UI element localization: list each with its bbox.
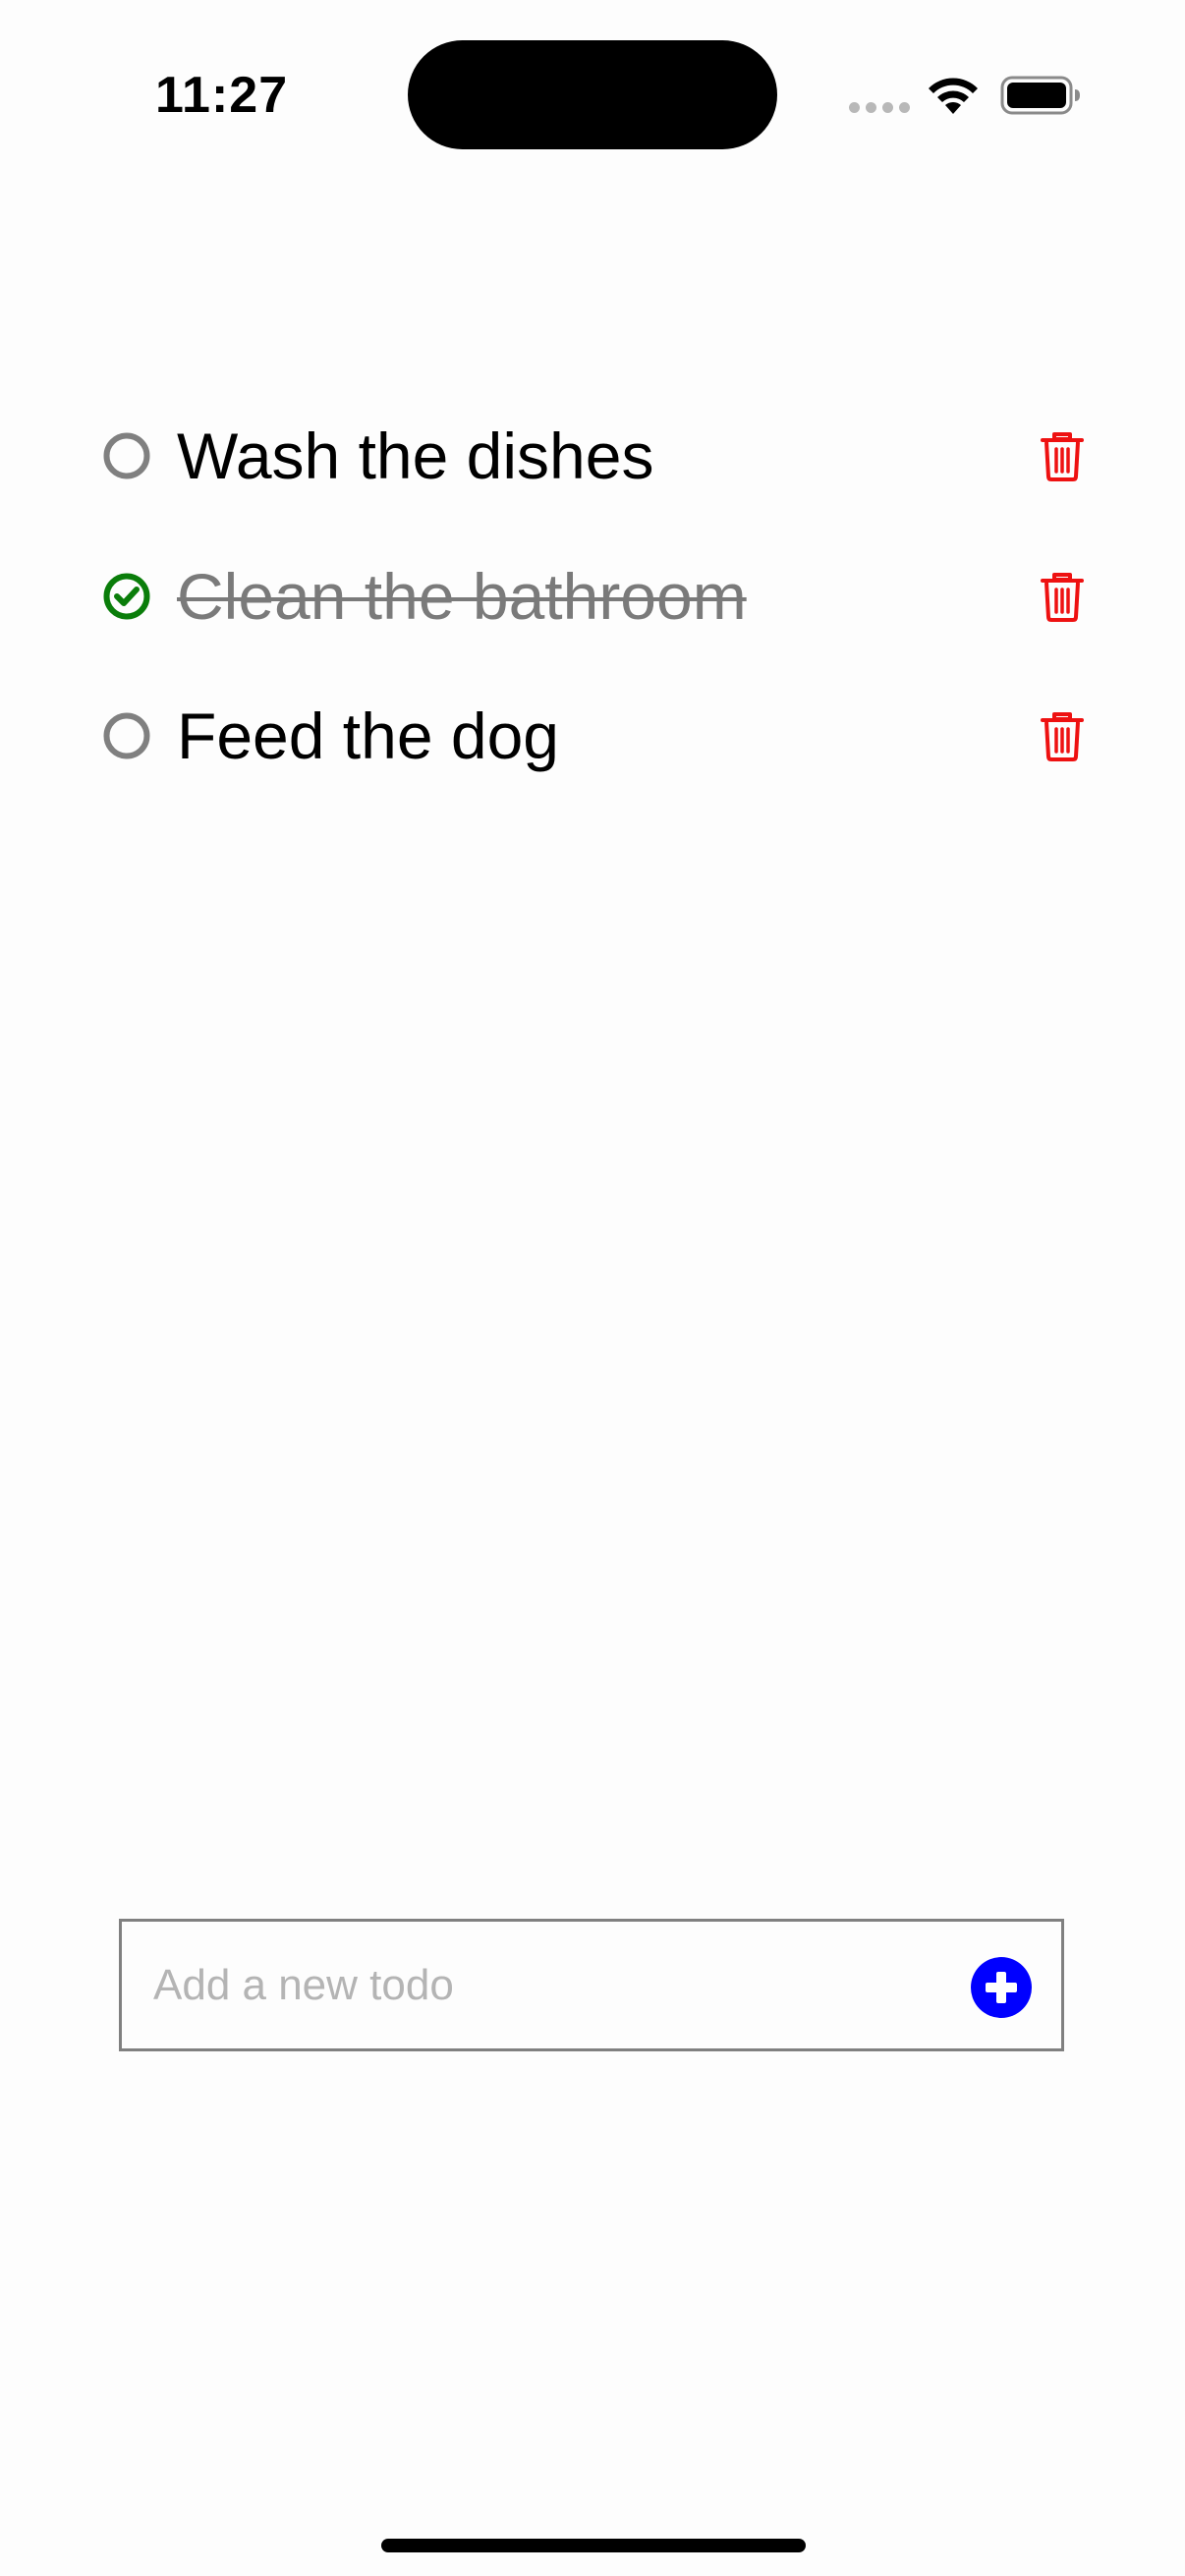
todo-label[interactable]: Clean the bathroom — [177, 557, 747, 636]
trash-icon[interactable] — [1040, 571, 1085, 622]
trash-icon[interactable] — [1040, 430, 1085, 481]
circle-outline-icon[interactable] — [102, 711, 151, 760]
status-time: 11:27 — [155, 67, 289, 124]
wifi-icon — [929, 78, 978, 114]
check-circle-icon[interactable] — [102, 572, 151, 621]
todo-label[interactable]: Wash the dishes — [177, 417, 653, 495]
add-todo-input[interactable] — [153, 1922, 959, 2048]
todo-item: Clean the bathroom — [102, 542, 1085, 650]
home-indicator[interactable] — [381, 2539, 806, 2552]
cellular-signal-icon — [849, 102, 910, 113]
todo-item: Wash the dishes — [102, 402, 1085, 510]
plus-circle-icon[interactable] — [971, 1957, 1032, 2018]
dynamic-island — [408, 40, 777, 149]
battery-icon — [1000, 76, 1080, 115]
add-todo-box — [119, 1919, 1064, 2051]
todo-label[interactable]: Feed the dog — [177, 697, 559, 775]
trash-icon[interactable] — [1040, 710, 1085, 761]
todo-item: Feed the dog — [102, 682, 1085, 790]
circle-outline-icon[interactable] — [102, 431, 151, 480]
